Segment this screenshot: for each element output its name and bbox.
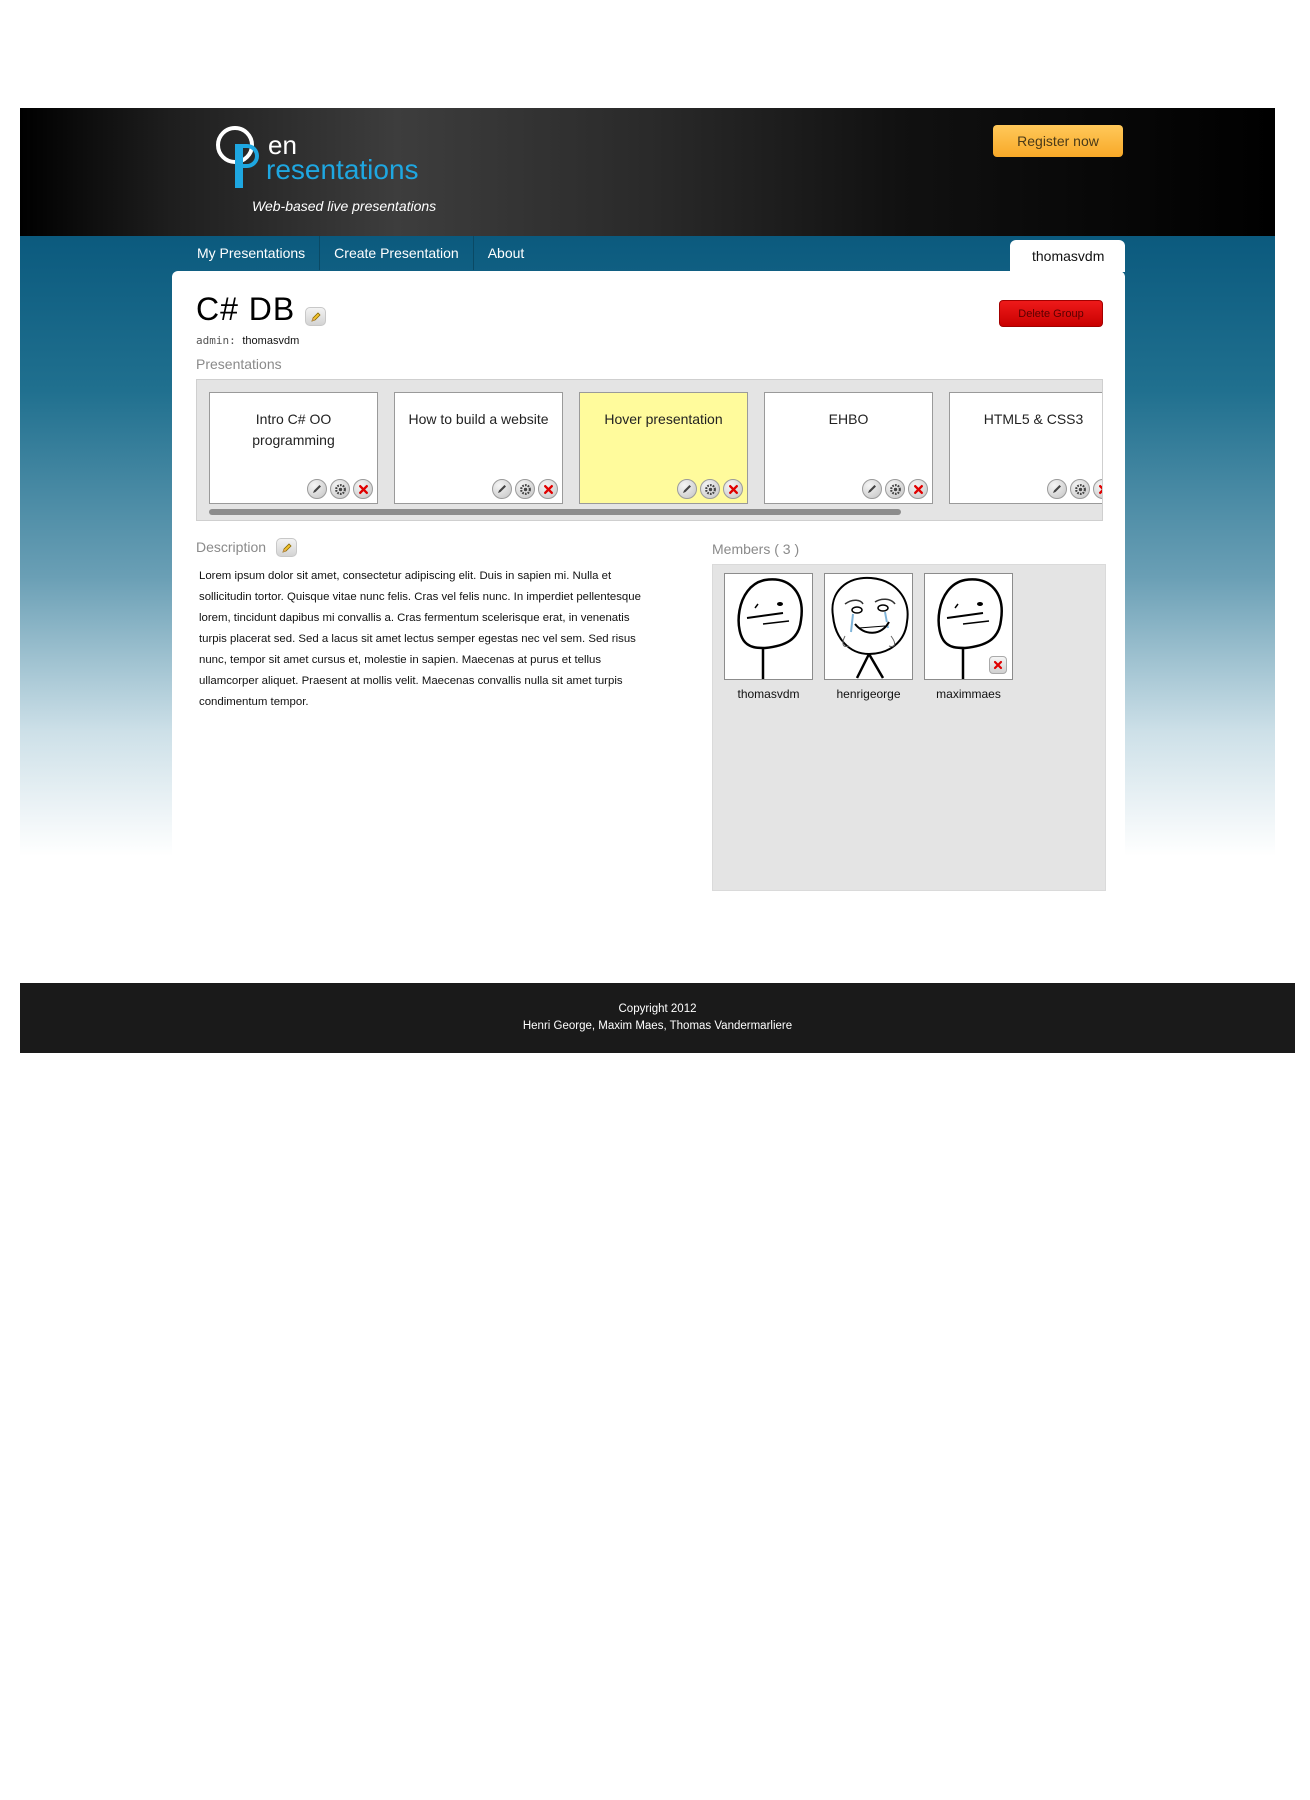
presentation-title: Hover presentation — [604, 411, 723, 427]
forever-alone-avatar-icon — [831, 576, 909, 679]
poker-face-avatar-icon — [737, 578, 803, 679]
close-icon — [1098, 484, 1102, 494]
logo-tagline: Web-based live presentations — [252, 198, 437, 214]
presentation-actions — [862, 479, 928, 499]
close-icon — [358, 484, 368, 494]
nav-about[interactable]: About — [474, 236, 539, 270]
presentation-card[interactable]: HTML5 & CSS3 — [949, 392, 1102, 504]
member-name[interactable]: thomasvdm — [724, 687, 813, 701]
pencil-icon — [1053, 485, 1061, 493]
presentations-carousel: Intro C# OO programming How to build a w… — [196, 379, 1103, 521]
edit-presentation-button[interactable] — [677, 479, 697, 499]
gear-icon — [1074, 483, 1086, 495]
presentations-scrollbar[interactable] — [209, 509, 901, 515]
settings-presentation-button[interactable] — [515, 479, 535, 499]
member-name[interactable]: maximmaes — [924, 687, 1013, 701]
close-icon — [728, 484, 738, 494]
open-presentations-logo[interactable]: en resentations Web-based live presentat… — [216, 126, 456, 226]
footer-copyright: Copyright 2012 — [618, 1003, 697, 1015]
presentation-title: EHBO — [828, 411, 869, 427]
user-account-tab[interactable]: thomasvdm — [1010, 240, 1125, 272]
presentation-actions — [307, 479, 373, 499]
member-card[interactable]: thomasvdm — [724, 573, 813, 701]
presentations-heading: Presentations — [196, 356, 282, 372]
delete-presentation-button[interactable] — [908, 479, 928, 499]
member-card[interactable]: maximmaes — [924, 573, 1013, 701]
gear-icon — [704, 483, 716, 495]
pencil-icon — [498, 485, 506, 493]
presentation-title: How to build a website — [408, 411, 549, 427]
delete-presentation-button[interactable] — [353, 479, 373, 499]
member-name[interactable]: henrigeorge — [824, 687, 913, 701]
edit-presentation-button[interactable] — [492, 479, 512, 499]
gear-icon — [334, 483, 346, 495]
close-icon — [913, 484, 923, 494]
settings-presentation-button[interactable] — [330, 479, 350, 499]
presentation-actions — [677, 479, 743, 499]
settings-presentation-button[interactable] — [885, 479, 905, 499]
delete-group-button[interactable]: Delete Group — [999, 300, 1103, 327]
gear-icon — [519, 483, 531, 495]
admin-name[interactable]: thomasvdm — [242, 335, 299, 347]
delete-presentation-button[interactable] — [1093, 479, 1102, 499]
description-heading: Description — [196, 539, 267, 555]
group-detail-card: C# DB admin: thomasvdm Delete Group Pres… — [172, 271, 1125, 891]
members-panel: thomasvdm henrigeorge maximmaes — [712, 564, 1106, 891]
admin-line: admin: thomasvdm — [196, 334, 299, 347]
close-icon — [543, 484, 553, 494]
avatar — [824, 573, 913, 680]
edit-presentation-button[interactable] — [307, 479, 327, 499]
close-icon — [993, 660, 1003, 670]
pencil-icon — [683, 485, 691, 493]
nav-create-presentation[interactable]: Create Presentation — [320, 236, 474, 270]
main-nav: My Presentations Create Presentation Abo… — [173, 236, 538, 270]
edit-presentation-button[interactable] — [862, 479, 882, 499]
presentation-actions — [492, 479, 558, 499]
nav-my-presentations[interactable]: My Presentations — [173, 236, 321, 270]
edit-title-button[interactable] — [305, 307, 326, 326]
delete-presentation-button[interactable] — [538, 479, 558, 499]
description-text: Lorem ipsum dolor sit amet, consectetur … — [199, 570, 641, 708]
delete-presentation-button[interactable] — [723, 479, 743, 499]
pencil-icon — [310, 311, 321, 322]
edit-presentation-button[interactable] — [1047, 479, 1067, 499]
pencil-icon — [868, 485, 876, 493]
settings-presentation-button[interactable] — [700, 479, 720, 499]
gear-icon — [889, 483, 901, 495]
register-now-button[interactable]: Register now — [993, 125, 1123, 157]
presentation-card-hovered[interactable]: Hover presentation — [579, 392, 748, 504]
site-footer: Copyright 2012 Henri George, Maxim Maes,… — [20, 983, 1295, 1053]
edit-description-button[interactable] — [276, 538, 297, 557]
footer-authors: Henri George, Maxim Maes, Thomas Vanderm… — [522, 1020, 793, 1032]
logo-text-resentations: resentations — [266, 154, 419, 185]
members-heading: Members ( 3 ) — [712, 541, 800, 557]
site-header: en resentations Web-based live presentat… — [20, 108, 1275, 236]
pencil-icon — [313, 485, 321, 493]
presentation-card[interactable]: EHBO — [764, 392, 933, 504]
logo-p-bowl — [235, 144, 259, 168]
presentation-title: Intro C# OO programming — [252, 411, 335, 448]
avatar — [924, 573, 1013, 680]
avatar — [724, 573, 813, 680]
pencil-icon — [281, 542, 292, 553]
presentation-card[interactable]: How to build a website — [394, 392, 563, 504]
presentation-actions — [1047, 479, 1102, 499]
group-title: C# DB — [196, 291, 296, 327]
member-card[interactable]: henrigeorge — [824, 573, 913, 701]
admin-label: admin: — [196, 334, 236, 347]
remove-member-button[interactable] — [989, 656, 1007, 674]
presentation-title: HTML5 & CSS3 — [983, 411, 1084, 427]
presentation-card[interactable]: Intro C# OO programming — [209, 392, 378, 504]
settings-presentation-button[interactable] — [1070, 479, 1090, 499]
